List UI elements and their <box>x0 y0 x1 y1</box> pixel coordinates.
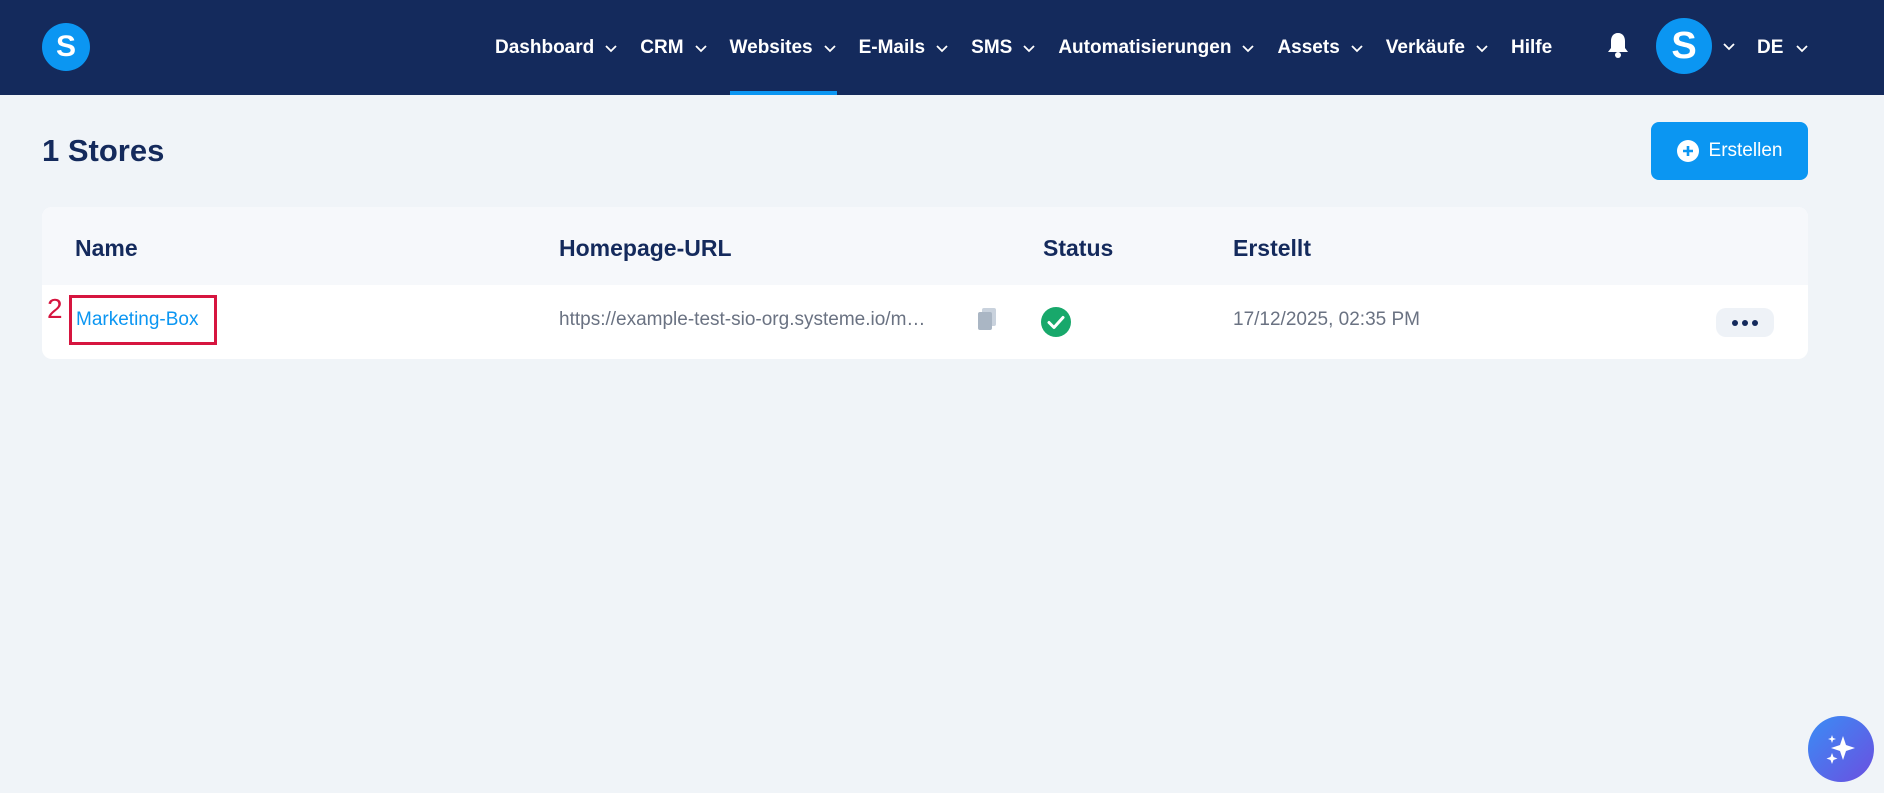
nav-item-label: Websites <box>729 36 813 58</box>
ai-assistant-button[interactable] <box>1808 716 1874 782</box>
chevron-down-icon <box>694 44 707 52</box>
stores-table: Name Homepage-URL Status Erstellt 2 Mark… <box>42 207 1808 359</box>
bell-icon[interactable] <box>1606 31 1630 59</box>
nav-item-label: SMS <box>971 36 1013 58</box>
chevron-down-icon <box>1242 44 1255 52</box>
page-title: 1 Stores <box>42 133 165 168</box>
plus-circle-icon <box>1676 140 1699 162</box>
nav-item-verkaeufe[interactable]: Verkäufe <box>1386 0 1489 95</box>
annotation-marker: 2 <box>47 293 63 324</box>
nav-item-automatisierungen[interactable]: Automatisierungen <box>1058 0 1255 95</box>
store-name-link[interactable]: Marketing-Box <box>76 309 199 331</box>
chevron-down-icon <box>605 44 617 52</box>
column-header-name: Name <box>75 235 138 261</box>
chevron-down-icon <box>823 44 836 52</box>
main-nav: Dashboard CRM Websites E-Mails SMS Autom… <box>495 0 1572 95</box>
chevron-down-icon <box>1351 44 1363 52</box>
nav-item-label: E-Mails <box>858 36 926 58</box>
nav-item-label: Assets <box>1277 36 1340 58</box>
column-header-status: Status <box>1043 235 1114 261</box>
column-header-homepage-url: Homepage-URL <box>559 235 732 261</box>
created-date: 17/12/2025, 02:35 PM <box>1233 309 1420 330</box>
nav-item-label: Hilfe <box>1511 36 1553 58</box>
nav-item-assets[interactable]: Assets <box>1277 0 1363 95</box>
sparkle-icon <box>1826 735 1855 764</box>
avatar[interactable]: S <box>1656 18 1712 74</box>
nav-item-dashboard[interactable]: Dashboard <box>495 0 618 95</box>
nav-item-label: CRM <box>640 36 684 58</box>
dot-icon <box>1732 319 1738 326</box>
chevron-down-icon <box>1796 44 1809 52</box>
systeme-logo[interactable]: S <box>42 23 90 71</box>
top-navigation-bar: S Dashboard CRM Websites E-Mails SMS Aut… <box>0 0 1884 95</box>
copy-icon[interactable] <box>976 307 998 333</box>
nav-item-sms[interactable]: SMS <box>971 0 1036 95</box>
create-button[interactable]: Erstellen <box>1651 122 1808 180</box>
nav-item-crm[interactable]: CRM <box>640 0 707 95</box>
language-label: DE <box>1757 36 1784 58</box>
check-circle-icon <box>1041 307 1071 337</box>
chevron-down-icon <box>1476 44 1488 52</box>
nav-item-hilfe[interactable]: Hilfe <box>1511 0 1552 95</box>
nav-item-websites[interactable]: Websites <box>729 0 837 95</box>
dot-icon <box>1742 319 1748 326</box>
nav-item-label: Verkäufe <box>1385 36 1466 58</box>
nav-item-emails[interactable]: E-Mails <box>859 0 950 95</box>
nav-item-label: Automatisierungen <box>1058 36 1232 58</box>
chevron-down-icon <box>936 44 948 52</box>
dot-icon <box>1752 319 1758 326</box>
create-button-label: Erstellen <box>1708 140 1783 161</box>
language-selector[interactable]: DE <box>1757 0 1809 95</box>
chevron-down-icon[interactable] <box>1722 39 1736 53</box>
table-row: 2 Marketing-Box https://example-test-sio… <box>42 285 1808 359</box>
more-options-button[interactable] <box>1716 308 1774 337</box>
chevron-down-icon <box>1023 44 1035 52</box>
homepage-url: https://example-test-sio-org.systeme.io/… <box>559 309 926 330</box>
table-header: Name Homepage-URL Status Erstellt <box>42 207 1808 285</box>
nav-item-label: Dashboard <box>495 36 595 58</box>
column-header-erstellt: Erstellt <box>1233 235 1311 261</box>
